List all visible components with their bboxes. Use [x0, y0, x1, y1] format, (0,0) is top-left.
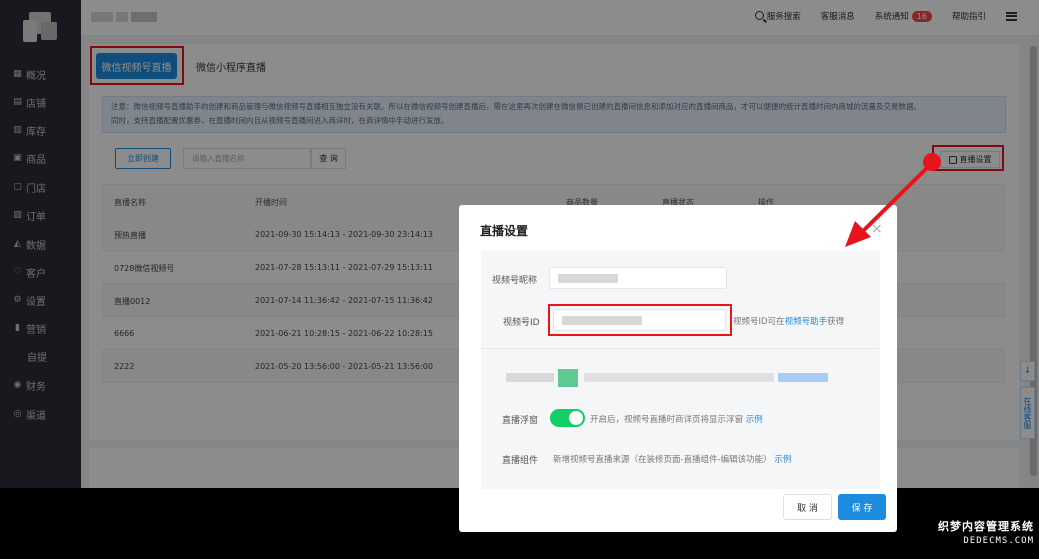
- nickname-label: 视频号昵称: [492, 276, 538, 286]
- watermark: 织梦内容管理系统 DEDECMS.COM: [938, 520, 1034, 546]
- channel-id-hint: 视频号ID可在视频号助手获得: [733, 317, 845, 327]
- float-window-label: 直播浮窗: [502, 416, 539, 426]
- close-icon[interactable]: ×: [871, 221, 883, 237]
- cancel-button[interactable]: 取 消: [783, 494, 832, 520]
- nickname-input[interactable]: [549, 267, 727, 289]
- blurred-info-row: [506, 369, 828, 387]
- highlight-channel-id-box: [548, 304, 732, 336]
- section-divider: [481, 348, 879, 349]
- float-example-link[interactable]: 示例: [746, 415, 763, 425]
- float-window-hint: 开启后，视频号直播时商详页将显示浮窗 示例: [590, 415, 763, 425]
- live-component-label: 直播组件: [502, 456, 539, 466]
- save-button[interactable]: 保 存: [838, 494, 886, 520]
- channel-id-label: 视频号ID: [503, 318, 540, 328]
- component-example-link[interactable]: 示例: [774, 455, 791, 465]
- dialog-title: 直播设置: [480, 224, 529, 238]
- live-settings-dialog: 直播设置 ×: [459, 205, 897, 532]
- channel-assistant-link[interactable]: 视频号助手: [785, 317, 828, 327]
- float-window-toggle[interactable]: [550, 409, 585, 427]
- live-component-hint: 新增视频号直播来源（在装修页面-直播组件-编辑该功能） 示例: [553, 455, 792, 465]
